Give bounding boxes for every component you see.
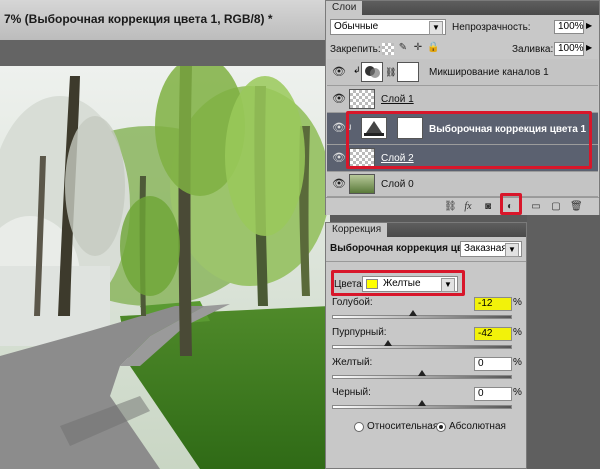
divider xyxy=(326,261,526,262)
layer-name: Слой 0 xyxy=(381,179,414,190)
yellow-slider-knob[interactable] xyxy=(418,370,426,376)
highlight-box-colors xyxy=(331,270,465,296)
chevron-down-icon: ▼ xyxy=(429,21,443,35)
photo-thumb xyxy=(349,174,375,194)
fill-arrow-icon[interactable]: ▶ xyxy=(586,43,592,52)
layer-mask-thumb[interactable] xyxy=(397,62,419,82)
layers-panel: Слои Обычные ▼ Непрозрачность: 100% ▶ За… xyxy=(325,0,600,215)
radio-dot xyxy=(439,425,443,429)
eye-icon[interactable]: 👁 xyxy=(332,152,346,165)
black-label: Черный: xyxy=(332,387,371,398)
layer-name: Микширование каналов 1 xyxy=(429,67,549,78)
folder-icon[interactable]: ▭ xyxy=(530,201,542,213)
yellow-label: Желтый: xyxy=(332,357,373,368)
opacity-label: Непрозрачность: xyxy=(452,22,531,33)
link-icon[interactable]: ⛓ xyxy=(444,201,457,213)
highlight-box-adjustment-icon xyxy=(500,193,522,215)
tab-adjustments[interactable]: Коррекция xyxy=(326,223,388,237)
magenta-slider-track[interactable] xyxy=(332,345,512,349)
brush-icon[interactable]: ✎ xyxy=(397,42,409,54)
layer-name: Слой 1 xyxy=(381,94,414,105)
opacity-input[interactable]: 100% xyxy=(554,20,584,34)
fill-label: Заливка: xyxy=(512,44,554,55)
layer-row-layer0[interactable]: 👁 Слой 0 xyxy=(327,172,598,197)
cyan-slider-track[interactable] xyxy=(332,315,512,319)
blend-mode-dropdown[interactable]: Обычные ▼ xyxy=(330,19,446,35)
new-layer-icon[interactable]: ▢ xyxy=(550,201,562,213)
layer-row-layer1[interactable]: 👁 Слой 1 xyxy=(327,86,598,113)
percent-sign: % xyxy=(513,387,522,398)
eye-icon[interactable]: 👁 xyxy=(332,93,346,106)
absolute-label: Абсолютная xyxy=(449,421,506,432)
yellow-input[interactable]: 0 xyxy=(474,357,512,371)
adjustment-title: Выборочная коррекция цвета xyxy=(330,243,479,254)
magenta-input[interactable]: -42 xyxy=(474,327,512,341)
radio-relative[interactable] xyxy=(354,422,364,432)
park-photo xyxy=(0,66,330,469)
percent-sign: % xyxy=(513,297,522,308)
relative-label: Относительная xyxy=(367,421,439,432)
fill-input[interactable]: 100% xyxy=(554,42,584,56)
layer-thumb xyxy=(349,89,375,109)
preset-value: Заказная xyxy=(464,243,507,254)
preset-dropdown[interactable]: Заказная ▼ xyxy=(460,241,522,257)
trash-icon[interactable]: 🗑 xyxy=(570,201,583,213)
opacity-arrow-icon[interactable]: ▶ xyxy=(586,21,592,30)
photo-canvas[interactable] xyxy=(0,66,330,469)
highlight-box-layers xyxy=(346,111,592,169)
adjustments-tabbar: Коррекция xyxy=(326,223,526,237)
magenta-slider-knob[interactable] xyxy=(384,340,392,346)
document-tab[interactable]: 7% (Выборочная коррекция цвета 1, RGB/8)… xyxy=(0,0,330,40)
magenta-label: Пурпурный: xyxy=(332,327,387,338)
percent-sign: % xyxy=(513,327,522,338)
cyan-slider-knob[interactable] xyxy=(409,310,417,316)
lock-transparent-icon[interactable] xyxy=(382,43,394,55)
cyan-input[interactable]: -12 xyxy=(474,297,512,311)
blend-mode-value: Обычные xyxy=(334,21,379,32)
mask-icon[interactable]: ◙ xyxy=(482,201,494,213)
move-icon[interactable]: ✛ xyxy=(412,42,424,54)
cyan-label: Голубой: xyxy=(332,297,373,308)
black-slider-knob[interactable] xyxy=(418,400,426,406)
tab-layers[interactable]: Слои xyxy=(326,1,363,15)
fx-icon[interactable]: fx xyxy=(462,201,474,213)
percent-sign: % xyxy=(513,357,522,368)
layer-row-channel-mixer[interactable]: 👁 ↲ ⛓ Микширование каналов 1 xyxy=(327,59,598,86)
clip-arrow-icon: ↲ xyxy=(353,65,361,75)
workspace-background xyxy=(527,215,600,469)
radio-absolute[interactable] xyxy=(436,422,446,432)
channel-mixer-thumb-icon xyxy=(361,62,383,82)
black-input[interactable]: 0 xyxy=(474,387,512,401)
lock-icon[interactable]: 🔒 xyxy=(427,42,439,54)
lock-label: Закрепить: xyxy=(330,44,381,55)
chain-icon[interactable]: ⛓ xyxy=(385,67,396,78)
document-title: 7% (Выборочная коррекция цвета 1, RGB/8)… xyxy=(4,12,273,26)
eye-icon[interactable]: 👁 xyxy=(332,122,346,135)
chevron-down-icon: ▼ xyxy=(505,243,519,257)
layers-tabbar: Слои xyxy=(326,1,599,15)
eye-icon[interactable]: 👁 xyxy=(332,66,346,79)
adjustments-panel: Коррекция Выборочная коррекция цвета Зак… xyxy=(325,222,527,469)
layers-bottom-bar: ⛓ fx ◙ ◐ ▭ ▢ 🗑 xyxy=(326,197,599,215)
eye-icon[interactable]: 👁 xyxy=(332,178,346,191)
